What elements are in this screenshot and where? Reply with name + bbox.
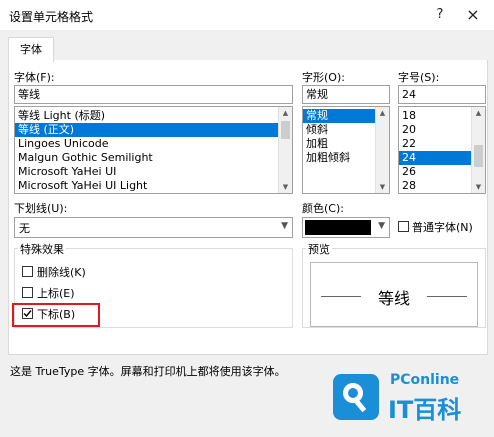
- superscript-checkbox[interactable]: [22, 287, 33, 298]
- font-size-item[interactable]: 20: [399, 123, 472, 137]
- color-label: 颜色(C):: [302, 202, 344, 215]
- scroll-down-icon[interactable]: ▼: [376, 181, 389, 193]
- font-name-input[interactable]: 等线: [14, 85, 293, 104]
- normal-font-checkbox[interactable]: [398, 221, 409, 232]
- chevron-down-icon: ▼: [281, 221, 288, 231]
- font-list-item[interactable]: Lingoes Unicode: [15, 137, 279, 151]
- font-list-item[interactable]: Malgun Gothic Semilight: [15, 151, 279, 165]
- scroll-thumb[interactable]: [281, 121, 290, 139]
- tab-font[interactable]: 字体: [8, 37, 54, 62]
- font-list-item-selected[interactable]: 等线 (正文): [15, 123, 279, 137]
- size-label: 字号(S):: [398, 71, 440, 84]
- help-button[interactable]: ?: [430, 5, 450, 25]
- font-size-item[interactable]: 28: [399, 179, 472, 193]
- preview-sample-text: 等线: [377, 289, 410, 308]
- font-list-item[interactable]: Microsoft YaHei UI Light: [15, 179, 279, 193]
- pconline-brand: PConline: [390, 372, 460, 388]
- underline-value: 无: [19, 222, 30, 235]
- truetype-note: 这是 TrueType 字体。屏幕和打印机上都将使用该字体。: [10, 365, 286, 378]
- effects-group-label: 特殊效果: [18, 241, 66, 257]
- it-baike-text: IT百科: [388, 396, 462, 424]
- pconline-logo-icon: [333, 374, 379, 420]
- subscript-label: 下标(B): [37, 308, 76, 321]
- preview-box: 等线: [310, 262, 478, 327]
- font-size-item[interactable]: 22: [399, 137, 472, 151]
- font-size-scrollbar[interactable]: ▲ ▼: [471, 107, 485, 193]
- font-style-item[interactable]: 加粗倾斜: [303, 151, 376, 165]
- strikethrough-checkbox[interactable]: [22, 266, 33, 277]
- font-list-item[interactable]: Microsoft YaHei UI: [15, 165, 279, 179]
- font-style-item[interactable]: 加粗: [303, 137, 376, 151]
- dialog-title: 设置单元格格式: [9, 10, 94, 24]
- color-swatch: [305, 220, 371, 235]
- underline-label: 下划线(U):: [14, 202, 68, 215]
- style-label: 字形(O):: [302, 71, 345, 84]
- font-style-item[interactable]: 倾斜: [303, 123, 376, 137]
- preview-baseline-right: [427, 296, 467, 297]
- scroll-up-icon[interactable]: ▲: [376, 107, 389, 119]
- check-icon: [23, 310, 32, 318]
- font-list[interactable]: 等线 Light (标题) 等线 (正文) Lingoes Unicode Ma…: [14, 106, 293, 194]
- superscript-label: 上标(E): [37, 287, 75, 300]
- chevron-down-icon: ▼: [378, 221, 385, 231]
- scroll-up-icon[interactable]: ▲: [279, 107, 292, 119]
- strikethrough-label: 删除线(K): [37, 266, 86, 279]
- scroll-thumb[interactable]: [474, 145, 483, 167]
- font-size-input[interactable]: 24: [398, 85, 486, 104]
- font-style-input[interactable]: 常规: [302, 85, 390, 104]
- close-button[interactable]: ×: [463, 5, 483, 25]
- font-size-list[interactable]: 18 20 22 24 26 28 ▲ ▼: [398, 106, 486, 194]
- font-list-item[interactable]: 等线 Light (标题): [15, 109, 279, 123]
- color-dropdown[interactable]: ▼: [302, 217, 390, 238]
- font-label: 字体(F):: [14, 71, 55, 84]
- font-style-item-selected[interactable]: 常规: [303, 109, 376, 123]
- normal-font-label: 普通字体(N): [412, 221, 473, 234]
- font-size-item[interactable]: 26: [399, 165, 472, 179]
- preview-group-label: 预览: [306, 241, 332, 257]
- font-size-item[interactable]: 18: [399, 109, 472, 123]
- font-list-scrollbar[interactable]: ▲ ▼: [278, 107, 292, 193]
- font-size-item-selected[interactable]: 24: [399, 151, 472, 165]
- scroll-down-icon[interactable]: ▼: [472, 181, 485, 193]
- font-style-scrollbar[interactable]: ▲ ▼: [375, 107, 389, 193]
- subscript-checkbox[interactable]: [22, 308, 33, 319]
- scroll-up-icon[interactable]: ▲: [472, 107, 485, 119]
- font-style-list[interactable]: 常规 倾斜 加粗 加粗倾斜 ▲ ▼: [302, 106, 390, 194]
- scroll-down-icon[interactable]: ▼: [279, 181, 292, 193]
- underline-dropdown[interactable]: 无 ▼: [14, 217, 293, 238]
